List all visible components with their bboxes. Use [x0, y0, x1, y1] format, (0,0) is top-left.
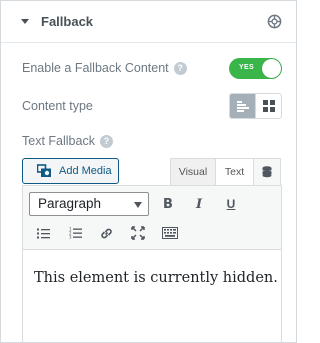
fallback-toggle-switch[interactable]: YES [229, 58, 282, 79]
content-type-choices [229, 93, 282, 119]
help-icon[interactable]: ? [173, 62, 187, 75]
bullet-list-icon[interactable] [32, 222, 54, 244]
database-icon[interactable] [253, 158, 281, 186]
switch-knob[interactable] [262, 59, 281, 78]
format-select-value: Paragraph [38, 196, 102, 211]
section-title: Fallback [41, 14, 94, 29]
italic-icon[interactable]: I [188, 193, 210, 215]
content-type-text-option[interactable] [230, 94, 256, 118]
add-media-label: Add Media [59, 165, 112, 177]
grid-template-icon [262, 100, 275, 112]
fullscreen-icon[interactable] [127, 222, 149, 244]
tab-text[interactable]: Text [215, 158, 253, 186]
help-icon[interactable]: ? [99, 135, 113, 148]
add-media-button[interactable]: Add Media [22, 158, 119, 184]
dynamic-tags-icon[interactable] [267, 14, 282, 29]
toolbar-toggle-icon[interactable] [159, 222, 181, 244]
section-header[interactable]: Fallback [1, 1, 296, 43]
fallback-toggle-label: Enable a Fallback Content [22, 61, 169, 75]
format-select[interactable]: Paragraph [29, 192, 149, 216]
chevron-down-icon [134, 202, 142, 208]
editor-content[interactable]: This element is currently hidden. [34, 270, 278, 286]
switch-state-label: YES [239, 64, 254, 71]
link-icon[interactable] [95, 222, 117, 244]
text-fallback-label: Text Fallback [22, 134, 95, 148]
text-fallback-row: Text Fallback? [22, 134, 113, 148]
text-align-left-icon [236, 100, 249, 112]
add-media-icon [37, 164, 51, 177]
fallback-toggle-row: Enable a Fallback Content? [22, 61, 187, 75]
svg-text:3: 3 [69, 235, 72, 240]
editor-tabs: Visual Text [170, 158, 281, 186]
wysiwyg-editor: Paragraph B I U 1 2 3 This element is cu… [22, 185, 282, 343]
content-type-template-option[interactable] [255, 94, 281, 118]
caret-down-icon[interactable] [21, 19, 29, 24]
editor-toolbar: Paragraph B I U 1 2 3 [23, 186, 281, 250]
underline-icon[interactable]: U [220, 193, 242, 215]
tab-visual[interactable]: Visual [170, 158, 215, 186]
bold-icon[interactable]: B [157, 193, 179, 215]
content-type-label: Content type [22, 99, 93, 113]
numbered-list-icon[interactable]: 1 2 3 [64, 222, 86, 244]
fallback-panel: Fallback Enable a Fallback Content? YES … [0, 0, 297, 343]
